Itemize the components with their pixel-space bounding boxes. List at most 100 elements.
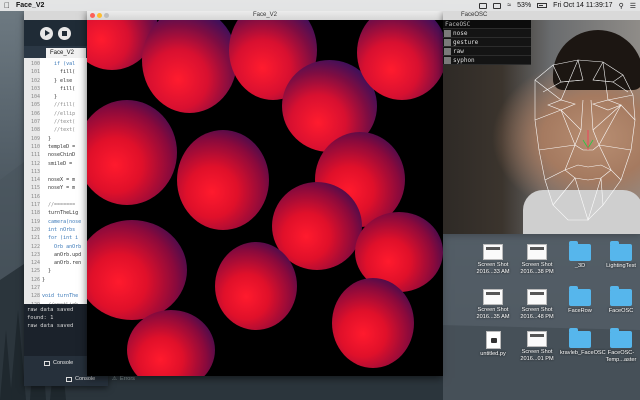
line-number: 120 xyxy=(30,226,40,233)
clock[interactable]: Fri Oct 14 11:39:17 xyxy=(553,2,612,9)
line-number: 124 xyxy=(30,260,40,267)
file-name-label: FaceRow xyxy=(568,308,592,314)
line-number: 128 xyxy=(30,293,40,300)
desktop-file-item[interactable]: LightingTest xyxy=(601,241,640,270)
screenshot-thumbnail-icon xyxy=(483,289,503,305)
folder-icon xyxy=(569,241,591,261)
file-name-label: Screen Shot 2016...38 PM xyxy=(520,262,554,275)
line-number: 110 xyxy=(30,143,40,150)
orb xyxy=(142,20,237,113)
line-number: 106 xyxy=(30,110,40,117)
orb xyxy=(87,220,187,320)
file-name-label: FaceOSC-Temp...aster xyxy=(605,350,637,363)
apple-menu-icon[interactable]:  xyxy=(4,1,10,10)
notification-center-icon[interactable]: ☰ xyxy=(630,2,636,10)
panel-header: FaceOSC xyxy=(443,20,531,29)
file-name-label: untitled.py xyxy=(480,351,506,357)
stop-button[interactable] xyxy=(58,26,71,40)
finder-window: Screen Shot 2016...33 AM Screen Shot 2016… xyxy=(443,234,640,400)
spotlight-search-icon[interactable]: ⚲ xyxy=(619,2,624,10)
wifi-icon[interactable]: ≈ xyxy=(507,2,511,9)
battery-percent: 53% xyxy=(517,2,532,9)
folder-icon xyxy=(569,328,591,348)
line-number: 104 xyxy=(30,94,40,101)
status-menu-icon-2[interactable] xyxy=(493,2,502,9)
line-number: 123 xyxy=(30,251,40,258)
python-file-icon xyxy=(485,331,501,349)
errors-tab-label: Errors xyxy=(119,376,135,382)
console-tab-2[interactable]: Console xyxy=(66,376,95,382)
line-number: 122 xyxy=(30,243,40,250)
folder-icon xyxy=(569,286,591,306)
sketch-title: Face_V2 xyxy=(252,12,277,18)
folder-icon xyxy=(610,286,632,306)
desktop-file-item[interactable]: untitled.py xyxy=(473,331,513,358)
console-icon xyxy=(44,360,50,366)
panel-toggle-label: syphon xyxy=(453,57,475,64)
desktop-file-item[interactable]: FaceOSC-Temp...aster xyxy=(601,328,640,364)
sketch-title-bar[interactable]: Face_V2 xyxy=(87,11,443,20)
orb xyxy=(177,130,269,230)
desktop-file-item[interactable]: Screen Shot 2016...01 PM xyxy=(517,331,557,363)
console-tab-label-2: Console xyxy=(75,376,96,382)
webcam-feed: FaceOSC nose gesture raw syphon xyxy=(443,20,640,234)
desktop-file-item[interactable]: FaceRow xyxy=(560,286,600,315)
line-number-gutter: 100 101 102 103 104 105 106 107 108 109 110 111 112 1… xyxy=(24,58,40,324)
tab-face-v2[interactable]: Face_V2 xyxy=(46,48,86,58)
desktop-file-item[interactable]: Screen Shot 2016...35 AM xyxy=(473,289,513,321)
menu-bar-status: ≈ 53% Fri Oct 14 11:39:17 ⚲ ☰ xyxy=(479,2,636,10)
menu-app-name[interactable]: Face_V2 xyxy=(16,2,44,9)
panel-toggle-gesture[interactable]: gesture xyxy=(443,38,531,47)
line-number: 107 xyxy=(30,119,40,126)
line-number: 103 xyxy=(30,85,40,92)
line-number: 108 xyxy=(30,127,40,134)
screenshot-thumbnail-icon xyxy=(483,244,503,260)
desktop-file-item[interactable]: Screen Shot 2016...48 PM xyxy=(517,289,557,321)
orb xyxy=(332,278,414,368)
line-number: 102 xyxy=(30,77,40,84)
toggle-checkbox-icon[interactable] xyxy=(444,48,451,55)
file-name-label: Screen Shot 2016...35 AM xyxy=(476,307,510,320)
panel-toggle-syphon[interactable]: syphon xyxy=(443,56,531,65)
folder-icon xyxy=(610,328,632,348)
panel-toggle-label: gesture xyxy=(453,39,479,46)
close-icon[interactable] xyxy=(90,13,95,18)
desktop-file-item[interactable]: Screen Shot 2016...33 AM xyxy=(473,244,513,276)
zoom-icon[interactable] xyxy=(104,13,109,18)
sketch-window: Face_V2 xyxy=(87,11,443,376)
line-number: 109 xyxy=(30,135,40,142)
file-name-label: Screen Shot 2016...48 PM xyxy=(520,307,554,320)
orb xyxy=(87,100,177,205)
line-number: 111 xyxy=(30,152,40,159)
minimize-icon[interactable] xyxy=(97,13,102,18)
battery-icon[interactable] xyxy=(537,3,548,8)
desktop-file-item[interactable]: _3D xyxy=(560,241,600,270)
toggle-checkbox-icon[interactable] xyxy=(444,57,451,64)
screenshot-thumbnail-icon xyxy=(527,289,547,305)
desktop-file-item[interactable]: kravleb_FaceOSC xyxy=(560,328,606,357)
line-number: 125 xyxy=(30,268,40,275)
desktop-file-item[interactable]: FaceOSC xyxy=(601,286,640,315)
console-tab[interactable]: Console xyxy=(44,360,73,366)
errors-tab[interactable]: ⚠ Errors xyxy=(112,376,135,382)
file-name-label: kravleb_FaceOSC xyxy=(560,350,606,356)
line-number: 126 xyxy=(30,276,40,283)
toggle-checkbox-icon[interactable] xyxy=(444,39,451,46)
faceosc-settings-panel: FaceOSC nose gesture raw syphon xyxy=(443,20,531,65)
line-number: 118 xyxy=(30,210,40,217)
warning-icon: ⚠ xyxy=(112,376,117,382)
sketch-canvas[interactable] xyxy=(87,20,443,376)
line-number: 115 xyxy=(30,185,40,192)
line-number: 121 xyxy=(30,235,40,242)
desktop-file-item[interactable]: Screen Shot 2016...38 PM xyxy=(517,244,557,276)
line-number: 116 xyxy=(30,193,40,200)
run-button[interactable] xyxy=(40,26,53,40)
status-menu-icon[interactable] xyxy=(479,2,488,9)
panel-toggle-nose[interactable]: nose xyxy=(443,29,531,38)
toggle-checkbox-icon[interactable] xyxy=(444,30,451,37)
line-number: 114 xyxy=(30,177,40,184)
faceosc-title-bar[interactable]: FaceOSC xyxy=(443,11,640,20)
line-number: 127 xyxy=(30,285,40,292)
panel-toggle-raw[interactable]: raw xyxy=(443,47,531,56)
menu-bar:  Face_V2 ≈ 53% Fri Oct 14 11:39:17 ⚲ ☰ xyxy=(0,0,640,11)
